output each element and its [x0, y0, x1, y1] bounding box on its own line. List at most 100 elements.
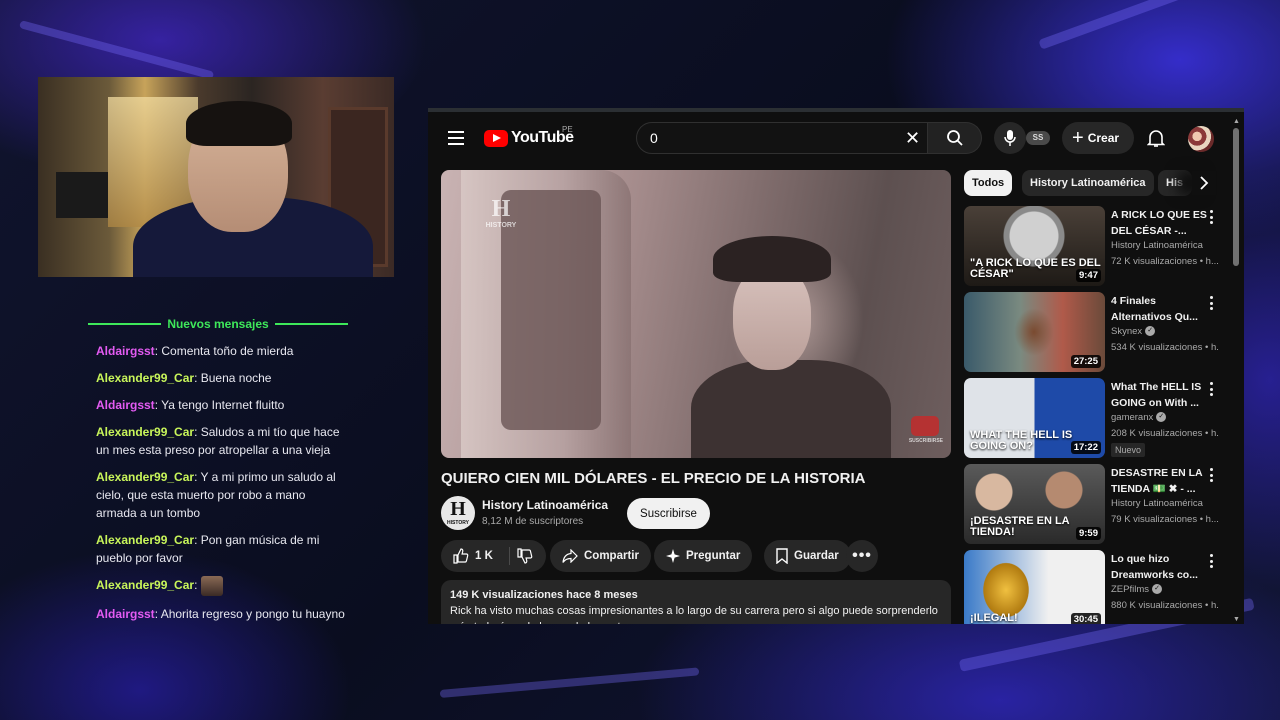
thumbnail-caption: ¡ILEGAL! [970, 612, 1018, 624]
video-duration: 17:22 [1070, 441, 1101, 454]
plus-icon: + [1072, 127, 1084, 149]
chip-all[interactable]: Todos [964, 170, 1013, 196]
youtube-topbar: YouTube PE ✕ SS + Crear [428, 112, 1244, 164]
recommendation-title[interactable]: What The HELL IS GOING on With ... [1111, 379, 1215, 411]
chat-message: Aldairgsst: Ahorita regreso y pongo tu h… [88, 605, 348, 623]
recommendation-title[interactable]: A RICK LO QUE ES DEL CÉSAR -... [1111, 207, 1215, 239]
recommendation-item[interactable]: ¡DESASTRE EN LA TIENDA! 9:59 DESASTRE EN L… [964, 464, 1224, 544]
scroll-up-icon[interactable]: ▲ [1233, 118, 1240, 125]
webcam-tv [56, 172, 108, 218]
notifications-bell-icon[interactable] [1144, 126, 1168, 150]
divider-line [88, 323, 162, 325]
channel-name[interactable]: History Latinoamérica [482, 498, 608, 512]
description-box[interactable]: 149 K visualizaciones hace 8 meses Rick … [441, 580, 951, 624]
chat-username[interactable]: Alexander99_Car [96, 470, 194, 484]
chat-message: Alexander99_Car: Buena noche [88, 369, 348, 387]
chip-history[interactable]: His [1158, 170, 1192, 196]
scrollbar[interactable]: ▲ ▼ [1233, 118, 1240, 624]
video-frame-man-body [691, 360, 891, 458]
recommendation-title[interactable]: DESASTRE EN LA TIENDA 💵 ✖ - ... [1111, 465, 1215, 497]
thumbs-up-icon[interactable] [453, 548, 469, 564]
more-vertical-icon[interactable] [1210, 382, 1214, 396]
video-thumbnail[interactable]: ¡DESASTRE EN LA TIENDA! 9:59 [964, 464, 1105, 544]
chat-username[interactable]: Alexander99_Car [96, 578, 194, 592]
chat-text: Comenta toño de mierda [158, 344, 294, 358]
voice-search-button[interactable] [994, 122, 1026, 154]
search-icon [946, 130, 963, 146]
description-text: Rick ha visto muchas cosas impresionante… [450, 605, 938, 624]
recommendation-item[interactable]: ¡ILEGAL! 30:45 Lo que hizo Dreamworks co..… [964, 550, 1224, 624]
menu-icon[interactable] [448, 131, 464, 145]
bookmark-icon [776, 548, 788, 564]
chat-username[interactable]: Alexander99_Car [96, 533, 194, 547]
chevron-right-icon[interactable] [1192, 171, 1216, 195]
like-divider [509, 547, 510, 565]
like-dislike-group: 1 K [441, 540, 546, 572]
subscribe-watermark-icon[interactable] [911, 416, 939, 436]
webcam-overlay [38, 77, 394, 277]
chat-message: Alexander99_Car: Saludos a mi tío que ha… [88, 423, 348, 459]
more-vertical-icon[interactable] [1210, 296, 1214, 310]
search-button[interactable] [928, 122, 982, 154]
ask-button[interactable]: Preguntar [654, 540, 753, 572]
recommendation-channel[interactable]: gameranx ✓ [1111, 412, 1167, 423]
more-vertical-icon[interactable] [1210, 210, 1214, 224]
chat-text: Ya tengo Internet fluitto [158, 398, 285, 412]
create-button[interactable]: + Crear [1062, 122, 1134, 154]
share-button[interactable]: Compartir [550, 540, 651, 572]
search-input[interactable] [637, 123, 887, 153]
verified-check-icon: ✓ [1145, 326, 1156, 337]
recommendation-item[interactable]: WHAT THE HELL IS GOING ON? 17:22 What The … [964, 378, 1224, 458]
share-label: Compartir [584, 550, 639, 562]
recommendation-views: 72 K visualizaciones • h... [1111, 256, 1219, 267]
new-messages-label: Nuevos mensajes [167, 317, 269, 331]
youtube-logo[interactable]: YouTube PE [484, 125, 574, 147]
chat-username[interactable]: Alexander99_Car [96, 425, 194, 439]
share-icon [562, 549, 578, 563]
new-badge: Nuevo [1111, 443, 1146, 457]
ask-label: Preguntar [686, 550, 741, 562]
chat-username[interactable]: Alexander99_Car [96, 371, 194, 385]
recommendation-channel[interactable]: ZEPfilms ✓ [1111, 584, 1162, 595]
video-duration: 9:59 [1075, 527, 1101, 540]
recommendation-views: 880 K visualizaciones • h... [1111, 600, 1219, 611]
more-actions-button[interactable]: ••• [846, 540, 878, 572]
chat-message: Aldairgsst: Ya tengo Internet fluitto [88, 396, 348, 414]
recommendation-title[interactable]: Lo que hizo Dreamworks co... [1111, 551, 1215, 583]
chat-username[interactable]: Aldairgsst [96, 398, 155, 412]
video-thumbnail[interactable]: WHAT THE HELL IS GOING ON? 17:22 [964, 378, 1105, 458]
save-label: Guardar [794, 550, 839, 562]
more-vertical-icon[interactable] [1210, 554, 1214, 568]
close-icon[interactable]: ✕ [905, 129, 920, 147]
video-thumbnail[interactable]: "A RICK LO QUE ES DEL CÉSAR" 9:47 [964, 206, 1105, 286]
video-thumbnail[interactable]: ¡ILEGAL! 30:45 [964, 550, 1105, 624]
chat-username[interactable]: Aldairgsst [96, 607, 155, 621]
recommendation-channel[interactable]: Skynex ✓ [1111, 326, 1156, 337]
save-button[interactable]: Guardar [764, 540, 851, 572]
recommendation-item[interactable]: "A RICK LO QUE ES DEL CÉSAR" 9:47 A RICK L… [964, 206, 1224, 286]
like-count[interactable]: 1 K [475, 550, 493, 562]
account-avatar[interactable] [1188, 126, 1214, 152]
recommendation-channel[interactable]: History Latinoamérica [1111, 498, 1203, 509]
channel-avatar[interactable]: H HISTORY [441, 496, 475, 530]
background-streak [439, 667, 700, 698]
video-player[interactable]: H HISTORY SUSCRIBIRSE [441, 170, 951, 458]
recommendation-channel[interactable]: History Latinoamérica [1111, 240, 1203, 251]
recommendation-views: 79 K visualizaciones • h... [1111, 514, 1219, 525]
divider-line [274, 323, 349, 325]
thumbs-down-icon[interactable] [517, 548, 533, 564]
scroll-down-icon[interactable]: ▼ [1233, 616, 1240, 623]
scrollbar-thumb[interactable] [1233, 128, 1239, 266]
recommendation-title[interactable]: 4 Finales Alternativos Qu... [1111, 293, 1215, 325]
video-duration: 30:45 [1070, 613, 1101, 624]
recommendation-views: 208 K visualizaciones • h... [1111, 428, 1219, 439]
more-horizontal-icon: ••• [852, 547, 872, 564]
chat-text: Ahorita regreso y pongo tu huayno [158, 607, 345, 621]
chip-channel[interactable]: History Latinoamérica [1022, 170, 1154, 196]
chat-message-list: Aldairgsst: Comenta toño de mierda Alexan… [88, 342, 348, 623]
subscribe-button[interactable]: Suscribirse [627, 498, 710, 529]
recommendation-item[interactable]: 27:25 4 Finales Alternativos Qu... Skynex ✓… [964, 292, 1224, 372]
video-thumbnail[interactable]: 27:25 [964, 292, 1105, 372]
more-vertical-icon[interactable] [1210, 468, 1214, 482]
chat-username[interactable]: Aldairgsst [96, 344, 155, 358]
